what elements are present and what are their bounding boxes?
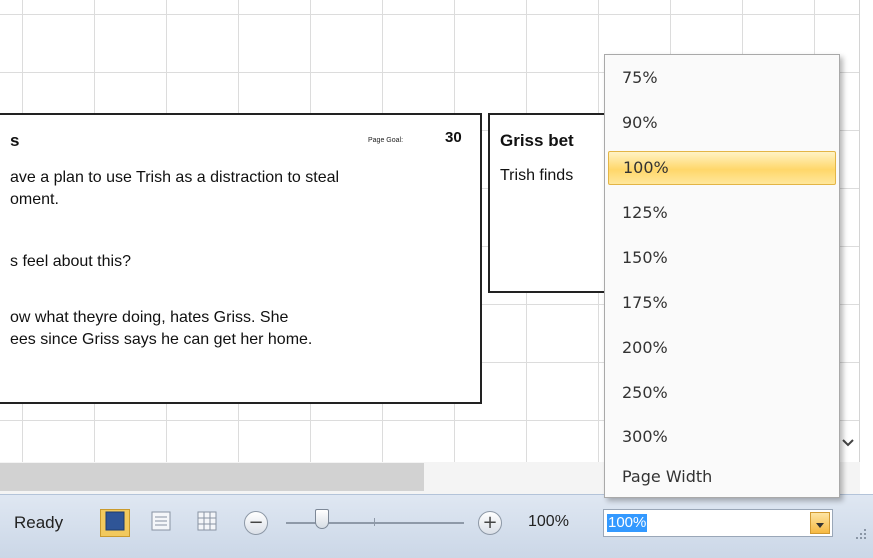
outline-view-button[interactable] (146, 509, 176, 537)
story-card[interactable]: s Page Goal: 30 ave a plan to use Trish … (0, 113, 482, 404)
card-text-line: oment. (10, 191, 59, 208)
dropdown-arrow-icon (816, 514, 824, 533)
card-text-line: ow what theyre doing, hates Griss. She (10, 309, 289, 326)
plus-circle-icon: + (482, 512, 498, 533)
status-text: Ready (14, 513, 64, 532)
zoom-slider-center-tick (374, 518, 375, 526)
zoom-option-100[interactable]: 100% (608, 151, 836, 185)
zoom-slider-thumb[interactable] (315, 509, 329, 529)
zoom-combobox-dropdown-button[interactable] (810, 512, 830, 534)
outline-view-icon (150, 510, 172, 536)
zoom-option-125[interactable]: 125% (608, 196, 836, 230)
zoom-option-150[interactable]: 150% (608, 241, 836, 275)
minus-circle-icon: − (248, 512, 264, 533)
zoom-in-button[interactable]: + (478, 511, 502, 535)
grid-view-button[interactable] (192, 509, 222, 537)
grid-view-icon (196, 510, 218, 536)
card-title: Griss bet (500, 131, 574, 150)
zoom-option-page-width[interactable]: Page Width (608, 460, 836, 494)
page-view-icon (104, 510, 126, 536)
card-text-line: ave a plan to use Trish as a distraction… (10, 169, 340, 186)
resize-grip-icon[interactable] (852, 525, 868, 541)
card-text-line: s feel about this? (10, 253, 131, 270)
zoom-combobox-value[interactable]: 100% (607, 514, 648, 532)
chevron-down-icon[interactable] (842, 436, 854, 452)
zoom-option-75[interactable]: 75% (608, 61, 836, 95)
zoom-option-250[interactable]: 250% (608, 376, 836, 410)
zoom-option-175[interactable]: 175% (608, 286, 836, 320)
page-goal-label: Page Goal: (368, 137, 404, 144)
page-view-button[interactable] (100, 509, 130, 537)
card-title: s (10, 131, 20, 150)
zoom-slider[interactable] (286, 522, 464, 524)
horizontal-scrollbar-thumb[interactable] (0, 463, 424, 491)
card-text-line: Trish finds (500, 167, 574, 184)
zoom-out-button[interactable]: − (244, 511, 268, 535)
zoom-combobox[interactable]: 100% (603, 509, 833, 537)
zoom-option-300[interactable]: 300% (608, 420, 836, 454)
zoom-level-readout[interactable]: 100% (528, 513, 569, 531)
card-text-line: ees since Griss says he can get her home… (10, 331, 313, 348)
page-goal-value: 30 (445, 129, 462, 146)
zoom-option-200[interactable]: 200% (608, 331, 836, 365)
status-bar: Ready − + 100% 100% (0, 494, 873, 558)
zoom-dropdown-list[interactable]: 75% 90% 100% 125% 150% 175% 200% 250% 30… (604, 54, 840, 498)
zoom-option-90[interactable]: 90% (608, 106, 836, 140)
